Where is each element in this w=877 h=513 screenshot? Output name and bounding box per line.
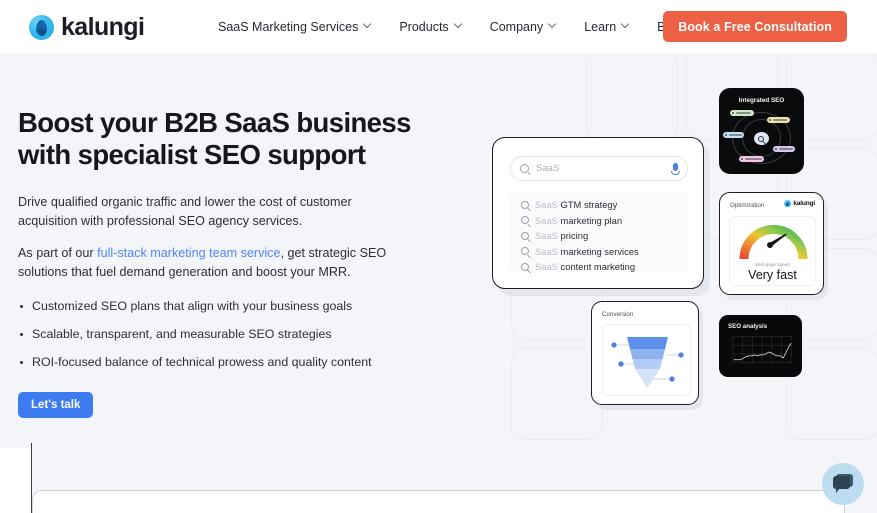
main-navigation: SaaS Marketing Services Products Company… xyxy=(218,0,682,53)
kalungi-logo[interactable]: kalungi xyxy=(29,13,145,42)
feature-bullet-list: Customized SEO plans that align with you… xyxy=(18,298,448,371)
search-input-value: SaaS xyxy=(536,163,560,174)
conversion-funnel-icon xyxy=(611,337,684,388)
orbit-pill xyxy=(730,110,754,116)
conversion-card: Conversion xyxy=(591,301,699,405)
suggestion-text: SaaS GTM strategy xyxy=(535,199,618,211)
card-title: Integrated SEO xyxy=(738,97,785,104)
chevron-down-icon xyxy=(455,21,462,28)
gauge-panel: Web page speed Very fast xyxy=(729,216,816,286)
chat-widget-button[interactable] xyxy=(822,463,864,505)
orbit-center-search-icon xyxy=(754,132,769,145)
brand-wordmark: kalungi xyxy=(793,200,815,207)
card-title: Conversion xyxy=(602,311,634,318)
chevron-down-icon xyxy=(622,21,629,28)
optimization-card: Optimization kalungi Web page speed Very… xyxy=(719,192,824,295)
suggestion-text: SaaS marketing services xyxy=(535,245,639,257)
stat-item: 164% Increase in organic MQLs for One Cl… xyxy=(33,491,303,513)
search-icon xyxy=(521,200,529,209)
chevron-down-icon xyxy=(364,21,371,28)
list-item[interactable]: SaaS marketing services xyxy=(521,244,688,260)
list-item[interactable]: SaaS marketing plan xyxy=(521,213,688,229)
book-consultation-button[interactable]: Book a Free Consultation xyxy=(663,11,847,42)
gauge-value: Very fast xyxy=(748,268,797,282)
microphone-icon-base xyxy=(671,171,680,175)
orbit-pill xyxy=(767,117,790,123)
seo-analysis-card: SEO analysis xyxy=(719,315,802,377)
kalungi-droplet-logo-icon xyxy=(29,15,54,40)
logo-wordmark: kalungi xyxy=(61,13,145,41)
integrated-seo-card: Integrated SEO xyxy=(719,88,804,174)
list-item[interactable]: SaaS pricing xyxy=(521,228,688,244)
stats-bar: 164% Increase in organic MQLs for One Cl… xyxy=(32,490,845,513)
hero-section: Boost your B2B SaaS business with specia… xyxy=(0,53,877,513)
gauge-hub xyxy=(767,242,773,248)
orbit-pill xyxy=(739,156,764,162)
left-divider-line xyxy=(31,443,32,513)
chat-bubbles-icon-tail xyxy=(836,488,840,493)
search-icon xyxy=(521,262,529,271)
suggestion-text: SaaS pricing xyxy=(535,230,589,242)
seo-analysis-line-chart xyxy=(732,336,793,363)
orbit-pill xyxy=(723,132,744,138)
list-item[interactable]: SaaS GTM strategy xyxy=(521,197,688,213)
nav-item-company[interactable]: Company xyxy=(490,20,571,34)
search-suggestions-list: SaaS GTM strategy SaaS marketing plan Sa… xyxy=(510,191,688,273)
list-item: ROI-focused balance of technical prowess… xyxy=(18,354,448,371)
search-mockup-card: SaaS SaaS GTM strategy SaaS marketing pl… xyxy=(492,137,704,289)
search-icon xyxy=(521,216,529,225)
list-item: Customized SEO plans that align with you… xyxy=(18,298,448,315)
card-title: SEO analysis xyxy=(728,323,768,330)
hero-paragraph-1: Drive qualified organic traffic and lowe… xyxy=(18,195,352,228)
orbit-pill xyxy=(773,146,795,152)
nav-label: Learn xyxy=(584,19,617,34)
nav-item-products[interactable]: Products xyxy=(399,20,475,34)
full-stack-marketing-link[interactable]: full-stack marketing team service xyxy=(97,246,280,260)
hero-illustration: SaaS SaaS GTM strategy SaaS marketing pl… xyxy=(460,53,877,453)
nav-item-saas-marketing-services[interactable]: SaaS Marketing Services xyxy=(218,20,385,34)
search-icon xyxy=(521,231,529,240)
lets-talk-button[interactable]: Let's talk xyxy=(18,392,94,418)
nav-item-learn[interactable]: Learn xyxy=(584,20,643,34)
hero-content: Boost your B2B SaaS business with specia… xyxy=(18,107,448,418)
search-icon xyxy=(520,164,529,173)
nav-label: Products xyxy=(399,19,449,34)
stat-item: 3.4x Traffic growth for UtilityCloud in … xyxy=(574,491,844,513)
chevron-down-icon xyxy=(549,21,556,28)
funnel-panel xyxy=(602,324,691,396)
suggestion-text: SaaS marketing plan xyxy=(535,214,623,226)
list-item: Scalable, transparent, and measurable SE… xyxy=(18,326,448,343)
left-white-strip xyxy=(0,448,31,513)
kalungi-brand-mark: kalungi xyxy=(783,200,815,207)
gauge-caption: Web page speed xyxy=(755,262,790,267)
nav-label: Company xyxy=(489,19,544,34)
stat-item: 6.5x Traffic growth for Ascend in 18 mo. xyxy=(303,491,573,513)
paragraph-pre: As part of our xyxy=(18,246,98,260)
hero-paragraph-2: As part of our full-stack marketing team… xyxy=(18,244,430,281)
suggestion-text: SaaS content marketing xyxy=(535,261,636,273)
site-header: kalungi SaaS Marketing Services Products… xyxy=(0,0,877,53)
list-item[interactable]: SaaS content marketing xyxy=(521,259,688,275)
search-input[interactable]: SaaS xyxy=(510,156,688,181)
page-title: Boost your B2B SaaS business with specia… xyxy=(18,107,411,170)
kalungi-droplet-logo-icon xyxy=(783,200,791,207)
page-root: kalungi SaaS Marketing Services Products… xyxy=(0,0,877,513)
nav-label: SaaS Marketing Services xyxy=(218,19,359,34)
card-title: Optimization xyxy=(730,202,765,209)
search-icon xyxy=(521,247,529,256)
microphone-icon[interactable] xyxy=(673,163,678,171)
